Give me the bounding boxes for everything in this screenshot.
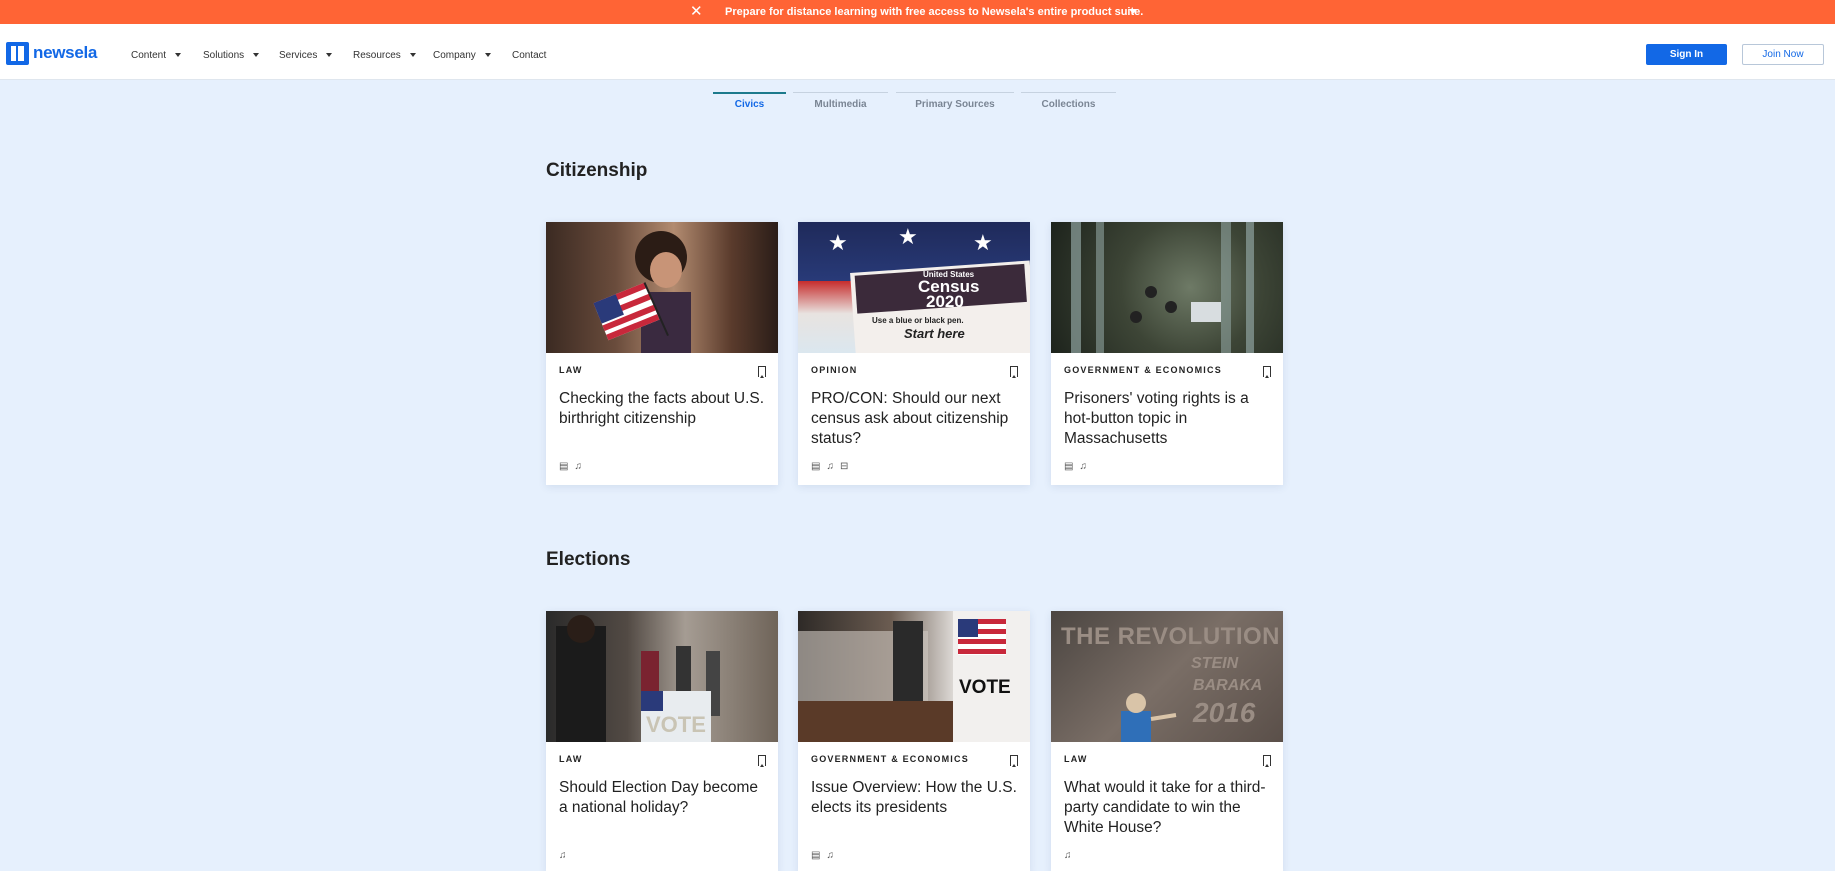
article-card[interactable]: ★ ★ ★ United States Census 2020 Use a bl… [798, 222, 1030, 485]
format-icons: ▤ ♫ ⊟ [811, 462, 848, 472]
article-image [1051, 222, 1283, 353]
newsela-logo[interactable]: newsela [6, 41, 97, 65]
announcement-banner: ✕ Prepare for distance learning with fre… [0, 0, 1835, 24]
nav-item-content[interactable]: Content [131, 50, 182, 62]
article-image [546, 222, 778, 353]
format-icons: ▤ ♫ [811, 851, 834, 861]
bookmark-icon[interactable] [1263, 366, 1271, 378]
text-icon: ▤ [811, 461, 821, 472]
article-title[interactable]: Issue Overview: How the U.S. elects its … [811, 778, 1019, 818]
dropdown-caret-icon [409, 53, 416, 58]
vote-sign-text: VOTE [959, 677, 1011, 698]
nav-item-label: Content [131, 50, 167, 61]
article-card[interactable]: VOTE GOVERNMENT & ECONOMICS Issue Overvi… [798, 611, 1030, 871]
article-category: LAW [1064, 754, 1088, 764]
section-title-citizenship: Citizenship [546, 160, 648, 181]
article-image: VOTE [798, 611, 1030, 742]
format-icons: ▤ ♫ [559, 462, 582, 472]
vote-sign-text: VOTE [646, 712, 706, 737]
text-icon: ▤ [811, 850, 821, 861]
audio-icon: ♫ [1079, 461, 1087, 472]
bookmark-icon[interactable] [1263, 755, 1271, 767]
top-navigation: newsela Content Solutions Services Resou… [0, 24, 1835, 80]
article-card[interactable]: GOVERNMENT & ECONOMICS Prisoners' voting… [1051, 222, 1283, 485]
nav-item-label: Services [279, 50, 318, 61]
nav-item-solutions[interactable]: Solutions [203, 50, 260, 62]
nav-item-company[interactable]: Company [433, 50, 491, 62]
bookmark-icon[interactable] [1010, 366, 1018, 378]
article-image: THE REVOLUTION STEIN BARAKA 2016 [1051, 611, 1283, 742]
article-image: VOTE [546, 611, 778, 742]
text-icon: ▤ [559, 461, 569, 472]
nav-item-services[interactable]: Services [279, 50, 333, 62]
newsela-logo-icon [6, 41, 29, 65]
svg-text:★: ★ [973, 231, 993, 256]
close-icon[interactable]: ✕ [690, 3, 703, 21]
dropdown-caret-icon [175, 53, 182, 58]
census-start-text: Start here [904, 326, 965, 341]
discussion-icon: ⊟ [839, 461, 849, 472]
bookmark-icon[interactable] [758, 366, 766, 378]
audio-icon: ♫ [559, 850, 567, 861]
audio-icon: ♫ [826, 850, 834, 861]
audio-icon: ♫ [826, 461, 834, 472]
dropdown-caret-icon [326, 53, 333, 58]
format-icons: ♫ [559, 851, 567, 861]
banner-message[interactable]: Prepare for distance learning with free … [725, 5, 1143, 19]
census-instruction-text: Use a blue or black pen. [872, 316, 964, 325]
article-category: OPINION [811, 365, 858, 375]
bookmark-icon[interactable] [758, 755, 766, 767]
sign-in-button[interactable]: Sign In [1646, 44, 1727, 65]
article-category: GOVERNMENT & ECONOMICS [811, 754, 969, 764]
join-now-button[interactable]: Join Now [1742, 44, 1824, 65]
tab-multimedia[interactable]: Multimedia [793, 92, 888, 114]
article-title[interactable]: Prisoners' voting rights is a hot-button… [1064, 389, 1272, 449]
nav-item-contact[interactable]: Contact [512, 50, 546, 62]
svg-text:★: ★ [898, 225, 918, 250]
format-icons: ▤ ♫ [1064, 462, 1087, 472]
nav-item-label: Solutions [203, 50, 245, 61]
tab-primary-sources[interactable]: Primary Sources [896, 92, 1014, 114]
article-title[interactable]: Should Election Day become a national ho… [559, 778, 767, 818]
nav-item-label: Contact [512, 50, 547, 61]
audio-icon: ♫ [574, 461, 582, 472]
nav-item-label: Resources [353, 50, 401, 61]
svg-text:★: ★ [828, 231, 848, 256]
article-category: LAW [559, 365, 583, 375]
audio-icon: ♫ [1064, 850, 1072, 861]
dropdown-caret-icon [484, 53, 491, 58]
article-title[interactable]: PRO/CON: Should our next census ask abou… [811, 389, 1019, 449]
article-category: LAW [559, 754, 583, 764]
article-category: GOVERNMENT & ECONOMICS [1064, 365, 1222, 375]
tab-collections[interactable]: Collections [1021, 92, 1116, 114]
bookmark-icon[interactable] [1010, 755, 1018, 767]
nav-item-resources[interactable]: Resources [353, 50, 416, 62]
tab-civics[interactable]: Civics [713, 92, 786, 114]
section-title-elections: Elections [546, 549, 631, 570]
census-year-text: 2020 [926, 292, 964, 311]
article-card[interactable]: LAW Checking the facts about U.S. birthr… [546, 222, 778, 485]
format-icons: ♫ [1064, 851, 1072, 861]
article-image: ★ ★ ★ United States Census 2020 Use a bl… [798, 222, 1030, 353]
article-title[interactable]: What would it take for a third-party can… [1064, 778, 1272, 838]
nav-item-label: Company [433, 50, 476, 61]
expand-caret-icon[interactable] [1129, 9, 1137, 14]
article-title[interactable]: Checking the facts about U.S. birthright… [559, 389, 767, 429]
logo-text: newsela [33, 43, 98, 62]
article-card[interactable]: VOTE LAW Should Election Day become a na… [546, 611, 778, 871]
text-icon: ▤ [1064, 461, 1074, 472]
article-card[interactable]: THE REVOLUTION STEIN BARAKA 2016 LAW Wha… [1051, 611, 1283, 871]
dropdown-caret-icon [253, 53, 260, 58]
